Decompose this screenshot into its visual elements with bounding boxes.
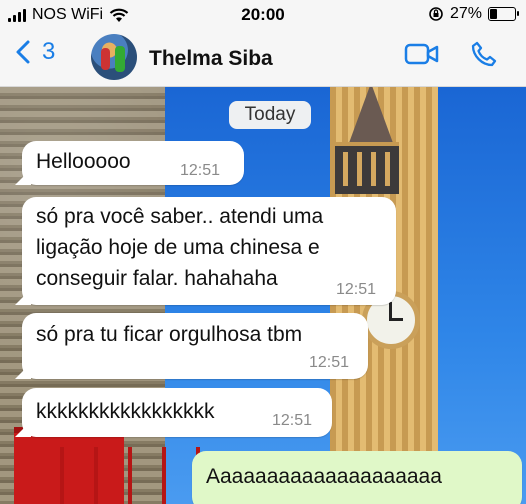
message-time: 12:51 [309,354,350,371]
wallpaper-belfry [335,142,399,194]
date-separator: Today [229,101,311,129]
message-text: só pra tu ficar orgulhosa tbm [36,323,303,346]
video-call-icon[interactable] [404,42,440,66]
status-right: 27% [428,5,519,23]
message-time: 12:51 [272,412,313,429]
message-time: 12:51 [336,281,377,298]
chat-area[interactable]: Today Hellooooo 12:51 só pra você saber.… [0,87,526,504]
wallpaper-spire [349,87,393,143]
message-bubble[interactable]: só pra você saber.. atendi uma ligação h… [15,197,396,305]
battery-percent: 27% [449,5,482,22]
message-text: kkkkkkkkkkkkkkkkk [36,400,215,423]
phone-icon[interactable] [470,40,498,68]
unread-count: 3 [42,38,56,65]
message-text-line: conseguir falar. hahahaha [36,267,278,290]
battery-icon [488,7,519,21]
message-text: Hellooooo [36,150,131,173]
message-time: 12:51 [180,162,221,179]
message-text: Aaaaaaaaaaaaaaaaaaaa [206,465,442,488]
chat-header: 3 Thelma Siba [0,30,526,87]
contact-name[interactable]: Thelma Siba [149,47,273,71]
avatar[interactable] [91,34,137,80]
message-text-line: só pra você saber.. atendi uma [36,205,324,228]
outgoing-message-bubble[interactable]: Aaaaaaaaaaaaaaaaaaaa [192,451,522,504]
status-bar: NOS WiFi 20:00 27% [0,0,526,30]
message-bubble[interactable]: só pra tu ficar orgulhosa tbm 12:51 [15,313,368,379]
orientation-lock-icon [429,7,443,21]
message-text-line: ligação hoje de uma chinesa e [36,236,320,259]
chevron-left-icon [16,40,30,64]
wallpaper-booth-bars [60,447,210,504]
message-bubble[interactable]: Hellooooo 12:51 [15,141,244,185]
back-button[interactable]: 3 [14,38,55,66]
message-bubble[interactable]: kkkkkkkkkkkkkkkkk 12:51 [15,388,332,437]
